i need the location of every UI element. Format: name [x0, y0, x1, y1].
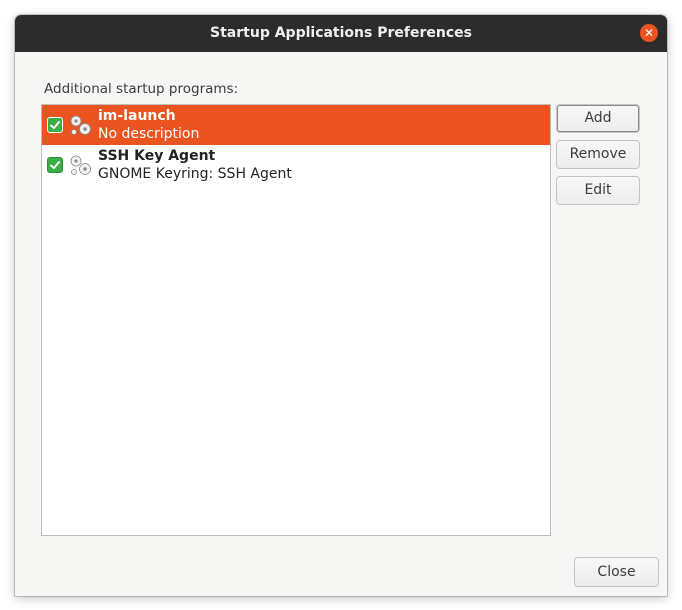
program-name: im-launch [98, 108, 176, 124]
list-item-im-launch[interactable]: im-launch No description [42, 105, 550, 145]
program-name: SSH Key Agent [98, 148, 216, 164]
section-label: Additional startup programs: [44, 81, 239, 97]
program-description: GNOME Keyring: SSH Agent [98, 166, 292, 182]
add-button[interactable]: Add [556, 104, 640, 133]
enabled-checkbox[interactable] [47, 117, 63, 133]
close-button[interactable]: Close [574, 557, 659, 587]
edit-button[interactable]: Edit [556, 176, 640, 205]
startup-programs-list[interactable]: im-launch No description SSH Key Agent G… [41, 104, 551, 536]
enabled-checkbox[interactable] [47, 157, 63, 173]
startup-applications-window: Startup Applications Preferences ✕ Addit… [15, 15, 667, 596]
window-close-icon[interactable]: ✕ [640, 24, 658, 42]
window-title: Startup Applications Preferences [210, 25, 472, 41]
remove-button[interactable]: Remove [556, 140, 640, 169]
gears-icon [70, 115, 91, 135]
list-item-ssh-key-agent[interactable]: SSH Key Agent GNOME Keyring: SSH Agent [42, 145, 550, 185]
gears-icon [70, 155, 91, 175]
checkmark-icon [50, 121, 60, 129]
program-description: No description [98, 126, 200, 142]
checkmark-icon [50, 161, 60, 169]
title-bar[interactable]: Startup Applications Preferences ✕ [15, 15, 667, 52]
